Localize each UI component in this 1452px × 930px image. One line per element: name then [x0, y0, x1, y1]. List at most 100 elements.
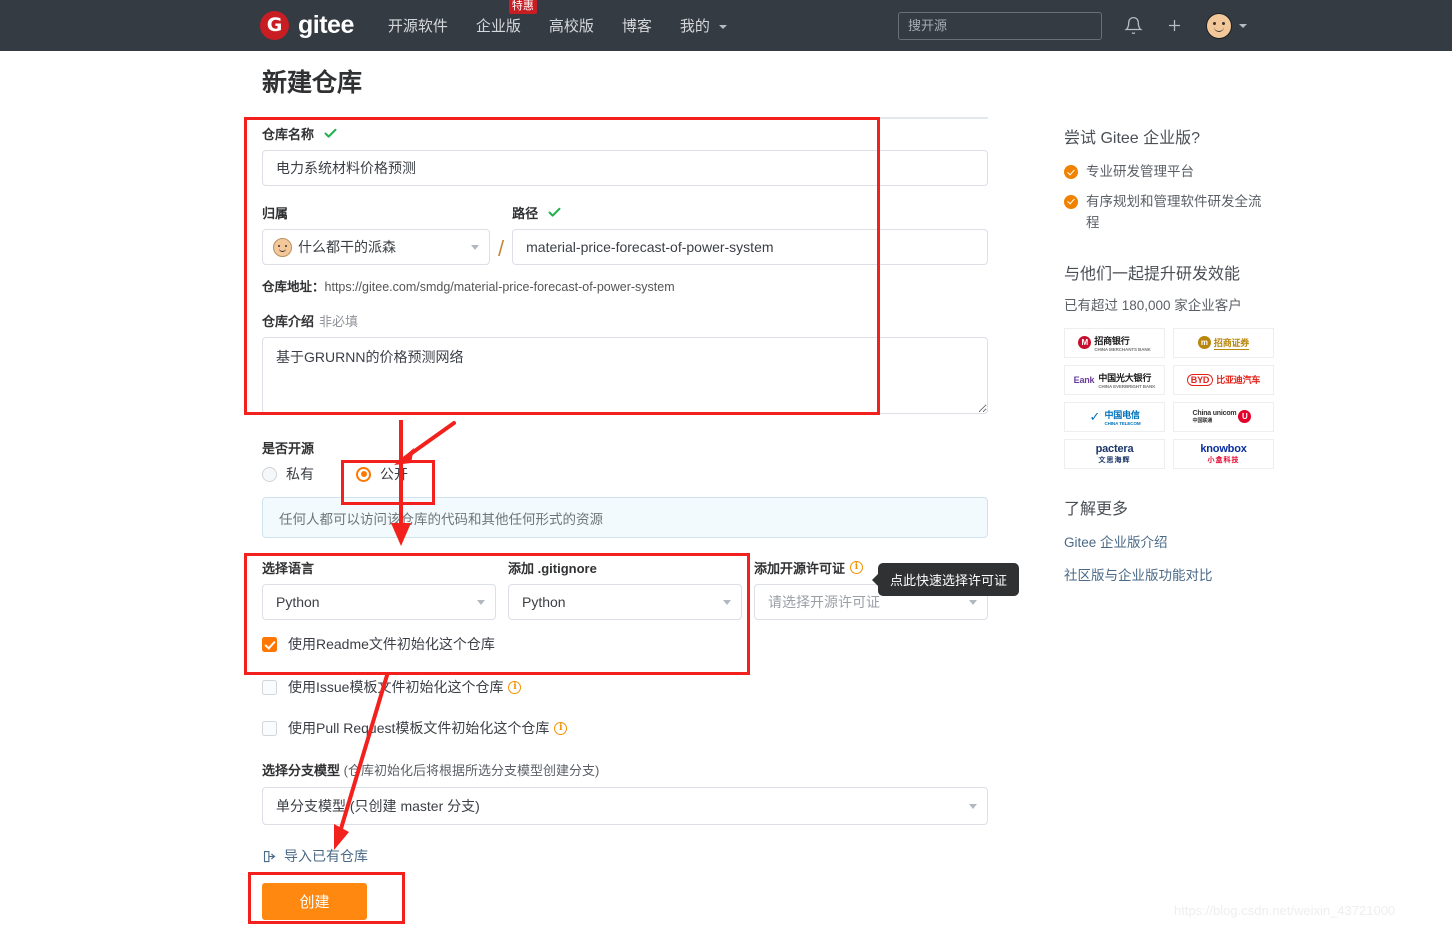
gitignore-field: 添加 .gitignore Python [508, 558, 742, 620]
radio-private[interactable]: 私有 [262, 464, 314, 484]
license-label: 添加开源许可证 [754, 561, 846, 576]
gitee-wordmark: gitee [298, 11, 354, 39]
nav-item-blog-label: 博客 [621, 18, 652, 35]
user-avatar[interactable] [1206, 12, 1232, 39]
partner-logo-knowbox: knowbox 小盒科技 [1173, 438, 1274, 469]
nav-item-mine-label: 我的 [679, 18, 710, 35]
language-value: Python [276, 594, 320, 610]
language-select[interactable]: Python [262, 584, 496, 620]
readme-checkbox[interactable] [262, 636, 277, 652]
partner-logo-name: 招商银行 [1094, 335, 1130, 346]
notification-bell-icon[interactable] [1124, 16, 1143, 35]
check-circle-icon [1064, 165, 1078, 179]
issue-template-checkbox-row[interactable]: 使用Issue模板文件初始化这个仓库 i [262, 677, 988, 697]
owner-select[interactable]: 什么都干的派森 [262, 229, 490, 265]
info-icon[interactable]: i [554, 721, 568, 735]
repo-name-input[interactable] [262, 150, 988, 186]
top-navigation-bar: G gitee 开源软件 企业版 特惠 高校版 博客 我的 [0, 0, 1452, 51]
radio-public-label: 公开 [380, 466, 408, 482]
owner-path-row: 归属 什么都干的派森 / 路径 [262, 203, 988, 265]
search-input[interactable] [898, 11, 1102, 40]
chevron-down-icon [719, 25, 728, 30]
branch-model-select[interactable]: 单分支模型 (只创建 master 分支) [262, 787, 988, 825]
repo-name-label: 仓库名称 [262, 127, 315, 142]
gitee-logo[interactable]: G gitee [260, 11, 354, 40]
pr-template-checkbox-row[interactable]: 使用Pull Request模板文件初始化这个仓库 i [262, 718, 988, 738]
link-edition-comparison[interactable]: 社区版与企业版功能对比 [1064, 564, 1274, 584]
title-divider [262, 117, 988, 119]
pr-template-checkbox[interactable] [262, 720, 277, 736]
chevron-down-icon [969, 804, 977, 809]
info-icon[interactable]: i [508, 680, 522, 694]
nav-item-blog[interactable]: 博客 [622, 15, 652, 36]
visibility-label: 是否开源 [262, 441, 315, 456]
nav-item-enterprise-label: 企业版 [475, 18, 521, 35]
partner-logo-name: 比亚迪汽车 [1216, 375, 1261, 386]
path-separator: / [498, 236, 505, 261]
sidebar-feature-item: 有序规划和管理软件研发全流程 [1064, 192, 1274, 234]
ceb-mark-icon: Eank [1073, 374, 1095, 385]
chevron-down-icon [969, 600, 977, 605]
create-button[interactable]: 创建 [262, 883, 367, 920]
nav-item-mine[interactable]: 我的 [679, 15, 728, 36]
partners-subtext: 已有超过 180,000 家企业客户 [1064, 297, 1242, 313]
gitignore-select[interactable]: Python [508, 584, 742, 620]
nav-item-opensource[interactable]: 开源软件 [388, 15, 448, 36]
watermark: https://blog.csdn.net/weixin_43721000 [1174, 903, 1396, 918]
nav-item-enterprise[interactable]: 企业版 特惠 [475, 0, 537, 36]
issue-template-checkbox[interactable] [262, 679, 277, 695]
path-input[interactable] [512, 229, 988, 265]
avatar-chevron-down-icon[interactable] [1239, 23, 1247, 28]
partner-logo-sub: 小盒科技 [1207, 456, 1240, 464]
language-label: 选择语言 [262, 561, 315, 576]
description-textarea[interactable]: 基于GRURNN的价格预测网络 [262, 337, 988, 414]
gitignore-label: 添加 .gitignore [508, 561, 597, 576]
partner-logo-chinatelecom: ✓ 中国电信 CHINA TELECOM [1064, 401, 1165, 432]
partner-logo-chinaunicom: China unicom 中国联通 U [1173, 401, 1274, 432]
radio-public[interactable]: 公开 [356, 464, 408, 484]
sidebar-feature-label: 有序规划和管理软件研发全流程 [1086, 193, 1262, 230]
byd-mark-icon: BYD [1186, 373, 1214, 386]
branch-model-label-row: 选择分支模型 (仓库初始化后将根据所选分支模型创建分支) [262, 760, 988, 779]
partner-logo-name: 招商证券 [1213, 337, 1250, 350]
visibility-section: 是否开源 私有 公开 任何人都可以访问该仓库的代码和其他任何形式的资源 [262, 438, 988, 538]
readme-checkbox-row[interactable]: 使用Readme文件初始化这个仓库 [262, 634, 988, 654]
check-icon [323, 126, 338, 141]
link-enterprise-intro[interactable]: Gitee 企业版介绍 [1064, 531, 1274, 551]
sidebar-feature-label: 专业研发管理平台 [1086, 164, 1194, 179]
promo-badge: 特惠 [508, 0, 537, 15]
pr-template-label: 使用Pull Request模板文件初始化这个仓库 [288, 720, 550, 736]
main-nav: 开源软件 企业版 特惠 高校版 博客 我的 [388, 0, 755, 36]
description-field: 仓库介绍 非必填 基于GRURNN的价格预测网络 [262, 311, 988, 417]
import-icon [263, 850, 276, 862]
description-optional-note: 非必填 [319, 314, 359, 329]
radio-public-dot [356, 466, 371, 482]
description-label-row: 仓库介绍 非必填 [262, 311, 988, 330]
partner-logo-cmsc: m 招商证券 [1173, 327, 1274, 358]
cmb-mark-icon: M [1078, 336, 1092, 350]
description-label: 仓库介绍 [262, 314, 315, 329]
partners-heading: 与他们一起提升研发效能 [1064, 265, 1241, 283]
unicom-mark-icon: U [1238, 410, 1252, 424]
license-value: 请选择开源许可证 [768, 594, 880, 610]
import-existing-repo-link[interactable]: 导入已有仓库 [262, 846, 368, 866]
nav-item-opensource-label: 开源软件 [387, 18, 448, 35]
gitee-mark-icon: G [260, 11, 289, 40]
partner-logo-pactera: pactera 文思海辉 [1064, 438, 1165, 469]
partner-logo-sub: CHINA EVERBRIGHT BANK [1098, 383, 1156, 389]
cmsc-mark-icon: m [1197, 336, 1211, 350]
nav-item-education[interactable]: 高校版 [549, 15, 594, 36]
repo-address-value: https://gitee.com/smdg/material-price-fo… [324, 280, 675, 294]
license-tooltip: 点此快速选择许可证 [871, 563, 1020, 596]
sidebar-heading: 尝试 Gitee 企业版? [1064, 130, 1201, 147]
partner-logo-name: pactera [1095, 442, 1134, 455]
partner-logo-name: 中国电信 [1104, 409, 1140, 420]
sidebar-feature-item: 专业研发管理平台 [1064, 162, 1274, 183]
partner-logo-sub: China unicom [1192, 409, 1237, 417]
partner-logo-sub: 文思海辉 [1098, 456, 1131, 464]
info-icon[interactable]: i [850, 561, 864, 574]
plus-icon[interactable] [1165, 16, 1184, 35]
partner-logo-byd: BYD 比亚迪汽车 [1173, 364, 1274, 395]
radio-private-label: 私有 [286, 466, 314, 482]
page-title: 新建仓库 [262, 69, 363, 97]
